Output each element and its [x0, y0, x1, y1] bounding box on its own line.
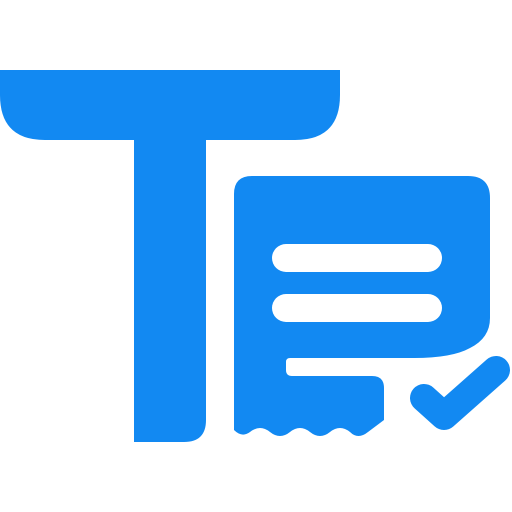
letter-t-stem [134, 120, 206, 442]
text-line [272, 244, 442, 272]
text-document-check-icon [0, 70, 510, 442]
icon-canvas [0, 0, 512, 512]
text-line [272, 294, 442, 322]
checkmark [410, 356, 510, 430]
